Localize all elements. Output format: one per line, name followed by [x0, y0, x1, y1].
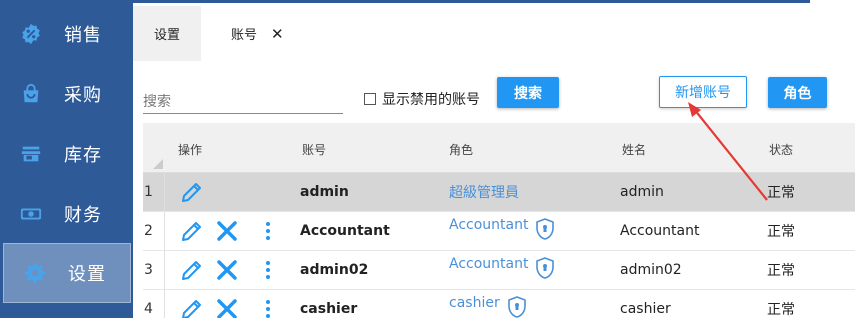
role-button[interactable]: 角色	[768, 77, 827, 108]
more-vertical-icon[interactable]	[259, 258, 277, 282]
account-cell: cashier	[300, 301, 358, 317]
tab-label: 账号	[231, 28, 258, 43]
sidebar: 销售 采购 库存 财务 设置	[0, 0, 133, 318]
column-header-name[interactable]: 姓名	[622, 141, 646, 158]
status-cell: 正常	[767, 224, 795, 240]
sidebar-item-label: 库存	[64, 145, 102, 166]
role-cell: Accountant	[449, 212, 556, 250]
delete-icon[interactable]	[215, 219, 239, 243]
tab-settings[interactable]: 设置	[133, 6, 201, 61]
name-cell: admin02	[620, 262, 682, 278]
column-header-account[interactable]: 账号	[302, 141, 326, 158]
edit-icon[interactable]	[180, 219, 204, 243]
account-cell: Accountant	[300, 223, 390, 239]
search-button[interactable]: 搜索	[497, 77, 559, 108]
search-input[interactable]	[143, 84, 343, 114]
sidebar-item-label: 设置	[68, 264, 106, 285]
status-cell: 正常	[767, 263, 795, 279]
more-vertical-icon[interactable]	[259, 219, 277, 243]
shopping-bag-icon	[23, 83, 39, 103]
delete-icon[interactable]	[215, 258, 239, 282]
table-row[interactable]: 1 admin 超級管理員 admin 正常	[143, 173, 855, 212]
sidebar-item-settings[interactable]: 设置	[3, 243, 131, 303]
row-number: 4	[143, 290, 165, 318]
sidebar-item-label: 财务	[64, 205, 102, 226]
row-number: 1	[143, 173, 165, 211]
table-row[interactable]: 2 Accountant Accountant Accountant 正常	[143, 212, 855, 251]
tab-label: 设置	[153, 28, 180, 43]
sidebar-item-label: 采购	[64, 85, 102, 106]
role-link[interactable]: Accountant	[449, 256, 528, 272]
name-cell: cashier	[620, 301, 671, 317]
sidebar-item-purchase[interactable]: 采购	[0, 64, 133, 124]
store-icon	[21, 146, 41, 162]
accounts-table: 操作 账号 角色 姓名 状态 1 admin 超級管理員 admin 正常 2 …	[143, 123, 855, 318]
corner-triangle-icon	[153, 159, 163, 169]
column-header-role[interactable]: 角色	[449, 141, 473, 158]
show-disabled-checkbox[interactable]	[364, 93, 376, 105]
edit-icon[interactable]	[180, 180, 204, 204]
sidebar-item-label: 销售	[64, 25, 102, 46]
sales-icon	[22, 23, 40, 45]
shield-icon[interactable]	[506, 295, 528, 318]
role-link[interactable]: Accountant	[449, 217, 528, 233]
close-icon[interactable]: ✕	[271, 25, 284, 43]
column-header-status[interactable]: 状态	[769, 141, 793, 158]
edit-icon[interactable]	[180, 297, 204, 318]
add-account-button[interactable]: 新增账号	[659, 76, 747, 108]
table-header: 操作 账号 角色 姓名 状态	[143, 123, 855, 173]
status-cell: 正常	[767, 185, 795, 201]
role-link[interactable]: 超級管理員	[449, 173, 519, 211]
tab-bar: 设置 账号 ✕	[133, 3, 855, 61]
shield-icon[interactable]	[534, 217, 556, 241]
role-link[interactable]: cashier	[449, 295, 500, 311]
show-disabled-label: 显示禁用的账号	[382, 92, 480, 108]
account-cell: admin	[300, 184, 349, 200]
account-cell: admin02	[300, 262, 369, 278]
status-cell: 正常	[767, 302, 795, 318]
delete-icon[interactable]	[215, 297, 239, 318]
row-number: 3	[143, 251, 165, 289]
name-cell: admin	[620, 184, 664, 200]
table-row[interactable]: 4 cashier cashier cashier 正常	[143, 290, 855, 318]
role-cell: cashier	[449, 290, 528, 318]
show-disabled-toggle[interactable]: 显示禁用的账号	[364, 89, 480, 109]
column-header-actions: 操作	[178, 143, 203, 157]
row-number: 2	[143, 212, 165, 250]
edit-icon[interactable]	[180, 258, 204, 282]
tab-account[interactable]: 账号 ✕	[201, 6, 311, 61]
sidebar-item-inventory[interactable]: 库存	[0, 124, 133, 184]
role-cell: Accountant	[449, 251, 556, 289]
more-vertical-icon[interactable]	[259, 297, 277, 318]
table-row[interactable]: 3 admin02 Accountant admin02 正常	[143, 251, 855, 290]
shield-icon[interactable]	[534, 256, 556, 280]
money-icon	[20, 208, 42, 220]
sidebar-item-sales[interactable]: 销售	[0, 4, 133, 64]
gear-icon	[24, 262, 46, 284]
sidebar-item-finance[interactable]: 财务	[0, 184, 133, 244]
name-cell: Accountant	[620, 223, 700, 239]
